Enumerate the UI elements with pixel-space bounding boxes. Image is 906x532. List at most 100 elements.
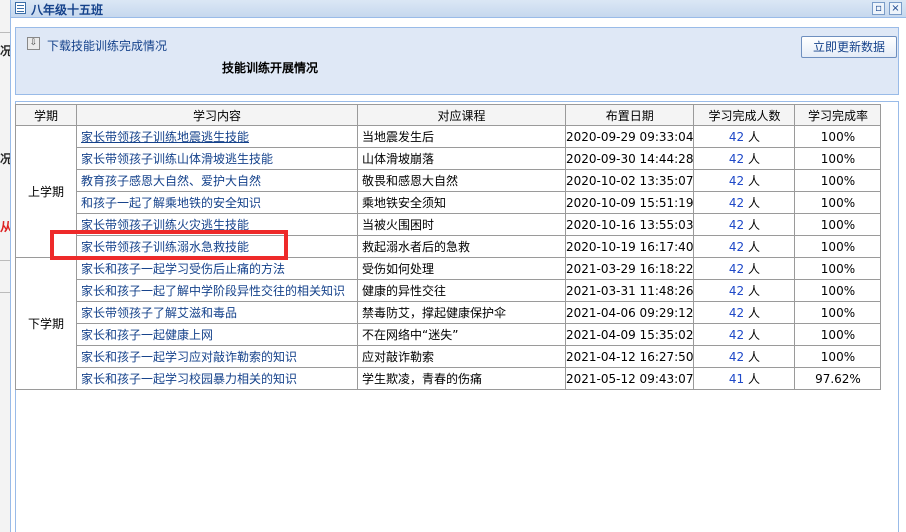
minimize-icon[interactable]: ▫: [872, 2, 885, 15]
toolbar-panel: ⇩ 下载技能训练完成情况 技能训练开展情况 立即更新数据: [15, 27, 899, 95]
course-cell: 健康的异性交往: [357, 279, 566, 302]
table-row: 家长和孩子一起健康上网 不在网络中“迷失” 2021-04-09 15:35:02 4…: [16, 323, 882, 346]
window-title: 八年级十五班: [31, 3, 104, 17]
download-link[interactable]: 下载技能训练完成情况: [47, 37, 167, 54]
count-unit: 人: [748, 350, 761, 364]
course-cell: 山体滑坡崩落: [357, 147, 566, 170]
course-cell: 救起溺水者后的急救: [357, 235, 566, 258]
content-link[interactable]: 家长和孩子一起健康上网: [78, 326, 357, 343]
count-value: 42: [728, 328, 745, 342]
content-link[interactable]: 家长带领孩子训练地震逃生技能: [78, 128, 357, 145]
column-header-rate: 学习完成率: [794, 104, 882, 126]
highlight-box: [50, 230, 288, 260]
count-unit: 人: [748, 130, 761, 144]
content-link[interactable]: 家长带领孩子训练山体滑坡逃生技能: [78, 150, 357, 167]
content-link[interactable]: 教育孩子感恩大自然、爱护大自然: [78, 172, 357, 189]
count-value: 42: [728, 262, 745, 276]
count-value: 42: [728, 218, 745, 232]
table-row: 家长和孩子一起学习应对敲诈勒索的知识 应对敲诈勒索 2021-04-12 16:27…: [16, 345, 882, 368]
count-value: 42: [728, 284, 745, 298]
column-header-count: 学习完成人数: [693, 104, 796, 126]
page-subtitle: 技能训练开展情况: [222, 61, 319, 75]
course-cell: 受伤如何处理: [357, 257, 566, 280]
date-cell: 2020-10-02 13:35:07: [564, 169, 695, 192]
date-cell: 2021-03-31 11:48:26: [564, 279, 695, 302]
count-value: 41: [728, 372, 745, 386]
column-header-term: 学期: [15, 104, 77, 126]
course-cell: 不在网络中“迷失”: [357, 323, 566, 346]
download-icon[interactable]: ⇩: [27, 37, 40, 50]
date-cell: 2021-04-09 15:35:02: [564, 323, 695, 346]
count-value: 42: [728, 130, 745, 144]
count-cell: 42 人: [693, 169, 796, 192]
refresh-data-button[interactable]: 立即更新数据: [801, 36, 897, 58]
course-cell: 禁毒防艾，撑起健康保护伞: [357, 301, 566, 324]
count-cell: 42 人: [693, 125, 796, 148]
rate-cell: 100%: [794, 235, 882, 258]
count-value: 42: [728, 152, 745, 166]
table-row: 家长和孩子一起了解中学阶段异性交往的相关知识 健康的异性交往 2021-03-31 …: [16, 279, 882, 302]
rate-cell: 100%: [794, 169, 882, 192]
table-header-row: 学期 学习内容 对应课程 布置日期 学习完成人数 学习完成率: [15, 104, 882, 126]
date-cell: 2020-10-09 15:51:19: [564, 191, 695, 214]
count-cell: 42 人: [693, 323, 796, 346]
rate-cell: 100%: [794, 125, 882, 148]
content-link[interactable]: 家长和孩子一起了解中学阶段异性交往的相关知识: [78, 282, 357, 299]
course-cell: 乘地铁安全须知: [357, 191, 566, 214]
date-cell: 2020-10-16 13:55:03: [564, 213, 695, 236]
content-link[interactable]: 家长和孩子一起学习受伤后止痛的方法: [78, 260, 357, 277]
count-cell: 41 人: [693, 367, 796, 390]
count-cell: 42 人: [693, 147, 796, 170]
content-link[interactable]: 家长带领孩子了解艾滋和毒品: [78, 304, 357, 321]
rate-cell: 100%: [794, 191, 882, 214]
course-cell: 当被火围困时: [357, 213, 566, 236]
count-cell: 42 人: [693, 213, 796, 236]
course-cell: 敬畏和感恩大自然: [357, 169, 566, 192]
count-unit: 人: [748, 174, 761, 188]
count-unit: 人: [748, 306, 761, 320]
count-unit: 人: [748, 218, 761, 232]
table-row: 家长带领孩子训练山体滑坡逃生技能 山体滑坡崩落 2020-09-30 14:44:2…: [16, 147, 882, 170]
count-unit: 人: [748, 262, 761, 276]
table-row: 和孩子一起了解乘地铁的安全知识 乘地铁安全须知 2020-10-09 15:51:1…: [16, 191, 882, 214]
count-cell: 42 人: [693, 235, 796, 258]
title-bar[interactable]: 八年级十五班 ▫ ×: [11, 0, 906, 18]
content-link[interactable]: 和孩子一起了解乘地铁的安全知识: [78, 194, 357, 211]
table-row: 家长带领孩子了解艾滋和毒品 禁毒防艾，撑起健康保护伞 2021-04-06 09:2…: [16, 301, 882, 324]
count-unit: 人: [748, 240, 761, 254]
table-row: 上学期 家长带领孩子训练地震逃生技能 当地震发生后 2020-09-29 09:33:…: [15, 125, 882, 258]
count-cell: 42 人: [693, 191, 796, 214]
course-cell: 当地震发生后: [357, 125, 566, 148]
rate-cell: 100%: [794, 323, 882, 346]
table-row: 家长和孩子一起学习校园暴力相关的知识 学生欺凌，青春的伤痛 2021-05-12 0…: [16, 367, 882, 390]
rate-cell: 100%: [794, 345, 882, 368]
column-header-course: 对应课程: [357, 104, 566, 126]
rate-cell: 100%: [794, 301, 882, 324]
rate-cell: 100%: [794, 147, 882, 170]
date-cell: 2020-10-19 16:17:40: [564, 235, 695, 258]
count-value: 42: [728, 174, 745, 188]
column-header-content: 学习内容: [76, 104, 358, 126]
course-cell: 学生欺凌，青春的伤痛: [357, 367, 566, 390]
close-icon[interactable]: ×: [889, 2, 902, 15]
rate-cell: 100%: [794, 257, 882, 280]
content-link[interactable]: 家长和孩子一起学习应对敲诈勒索的知识: [78, 348, 357, 365]
table-icon: [15, 2, 26, 14]
count-unit: 人: [748, 284, 761, 298]
count-value: 42: [728, 240, 745, 254]
rate-cell: 100%: [794, 213, 882, 236]
content-link[interactable]: 家长和孩子一起学习校园暴力相关的知识: [78, 370, 357, 387]
date-cell: 2021-04-06 09:29:12: [564, 301, 695, 324]
date-cell: 2021-05-12 09:43:07: [564, 367, 695, 390]
count-unit: 人: [748, 372, 761, 386]
count-value: 42: [728, 306, 745, 320]
date-cell: 2020-09-29 09:33:04: [564, 125, 695, 148]
term-cell: 下学期: [15, 257, 77, 390]
date-cell: 2021-03-29 16:18:22: [564, 257, 695, 280]
table-row: 下学期 家长和孩子一起学习受伤后止痛的方法 受伤如何处理 2021-03-29 16:…: [15, 257, 882, 390]
count-unit: 人: [748, 328, 761, 342]
date-cell: 2021-04-12 16:27:50: [564, 345, 695, 368]
count-value: 42: [728, 196, 745, 210]
count-cell: 42 人: [693, 279, 796, 302]
count-value: 42: [728, 350, 745, 364]
